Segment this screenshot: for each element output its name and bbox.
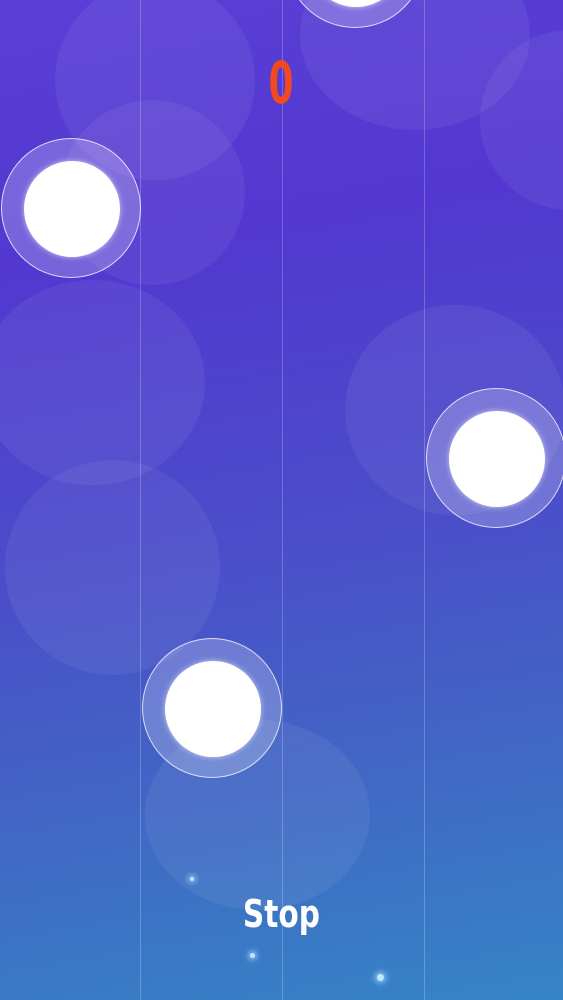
tile-core — [165, 661, 261, 757]
background-bokeh — [480, 30, 563, 210]
lane-divider — [140, 0, 141, 1000]
game-board[interactable]: 0 Stop — [0, 0, 563, 1000]
sparkle-particle — [377, 974, 384, 981]
tile-core — [308, 0, 404, 7]
tap-tile-lane-4[interactable] — [426, 388, 563, 528]
song-title: Stop — [242, 892, 320, 936]
sparkle-particle — [190, 877, 194, 881]
background-bokeh — [0, 280, 205, 485]
tap-tile-lane-2[interactable] — [142, 638, 282, 778]
lane-divider — [424, 0, 425, 1000]
tile-core — [449, 411, 545, 507]
score-counter: 0 — [268, 49, 295, 117]
sparkle-particle — [250, 953, 255, 958]
tap-tile-lane-3[interactable] — [285, 0, 425, 28]
lane-divider — [282, 0, 283, 1000]
tap-tile-lane-1[interactable] — [1, 138, 141, 278]
tile-core — [24, 161, 120, 257]
